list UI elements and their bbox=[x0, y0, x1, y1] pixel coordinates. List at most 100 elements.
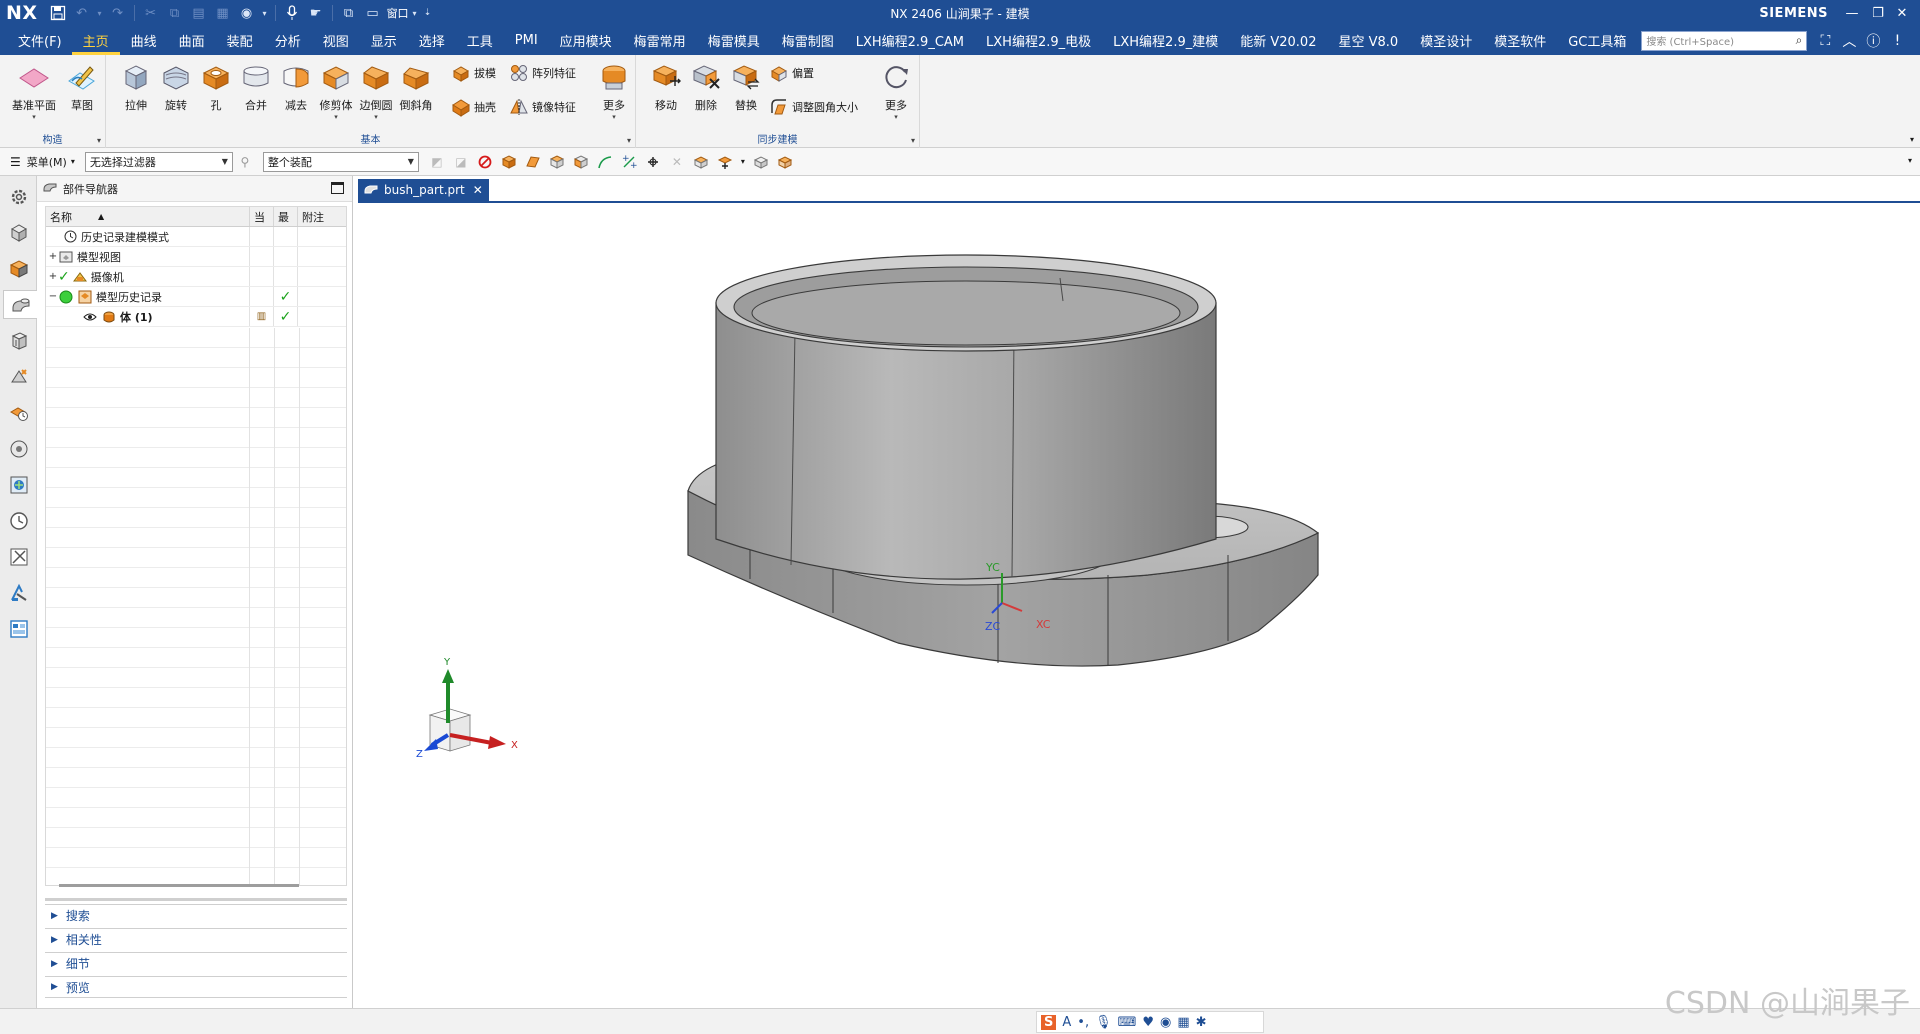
collapse-ribbon-icon[interactable]: ︿ bbox=[1837, 29, 1861, 53]
tab-surface[interactable]: 曲面 bbox=[168, 26, 216, 55]
undo-icon[interactable]: ↶ bbox=[70, 2, 94, 24]
section-preview[interactable]: ▶ 预览 bbox=[45, 976, 347, 998]
delete-face-button[interactable]: 删除 bbox=[686, 61, 726, 113]
select-edge-icon[interactable] bbox=[689, 151, 713, 173]
ribbon-options-icon[interactable]: ▾ bbox=[1910, 135, 1914, 144]
tab-lxh-electrode[interactable]: LXH编程2.9_电极 bbox=[975, 26, 1102, 55]
chevron-down-icon[interactable]: ▾ bbox=[32, 113, 36, 121]
extrude-button[interactable]: 拉伸 bbox=[116, 61, 156, 113]
select-assembly-icon[interactable] bbox=[749, 151, 773, 173]
snap-point-icon[interactable] bbox=[641, 151, 665, 173]
chevron-down-icon[interactable]: ▾ bbox=[627, 136, 631, 145]
clock-icon[interactable] bbox=[4, 506, 33, 535]
touch-mode-icon[interactable]: ☛ bbox=[304, 2, 328, 24]
game-icon[interactable]: ◉ bbox=[1160, 1015, 1171, 1030]
chevron-down-icon[interactable]: ▾ bbox=[374, 113, 378, 121]
tree-row-model-views[interactable]: + 模型视图 bbox=[46, 247, 346, 267]
tree-row-body[interactable]: 体 (1) ▥ ✓ bbox=[46, 307, 346, 327]
tab-lxh-modeling[interactable]: LXH编程2.9_建模 bbox=[1102, 26, 1229, 55]
no-selection-icon[interactable] bbox=[473, 151, 497, 173]
copy-icon[interactable]: ⧉ bbox=[163, 2, 187, 24]
tab-lxh-cam[interactable]: LXH编程2.9_CAM bbox=[845, 26, 975, 55]
tab-curve[interactable]: 曲线 bbox=[120, 26, 168, 55]
tree-row-history-mode[interactable]: 历史记录建模模式 bbox=[46, 227, 346, 247]
mirror-feature-button[interactable]: 镜像特征 bbox=[508, 95, 576, 119]
select-solid-icon[interactable] bbox=[545, 151, 569, 173]
sketch-button[interactable]: 草图 bbox=[62, 61, 102, 113]
keyboard-icon[interactable]: ⌨ bbox=[1118, 1015, 1137, 1030]
horizontal-scrollbar[interactable] bbox=[59, 884, 299, 887]
hole-button[interactable]: 孔 bbox=[196, 61, 236, 113]
command-search-input[interactable]: 搜索 (Ctrl+Space) ⌕ bbox=[1641, 30, 1808, 51]
trim-body-button[interactable]: 修剪体 ▾ bbox=[316, 61, 356, 121]
chevron-down-icon[interactable]: ▾ bbox=[911, 136, 915, 145]
basic-more-button[interactable]: 更多 ▾ bbox=[594, 61, 634, 121]
tree-row-model-history[interactable]: − 模型历史记录 ✓ bbox=[46, 287, 346, 307]
chevron-down-icon[interactable]: ▾ bbox=[259, 2, 271, 24]
window-menu-label[interactable]: 窗口 bbox=[387, 5, 409, 21]
ime-toolbar[interactable]: S A •, 🎙 ⌨ ♥ ◉ ▦ ✱ bbox=[1036, 1011, 1264, 1033]
document-tab[interactable]: bush_part.prt ✕ bbox=[358, 179, 489, 201]
tab-meilei-mold[interactable]: 梅雷模具 bbox=[697, 26, 771, 55]
column-header-current[interactable]: 当 bbox=[250, 207, 274, 226]
fullscreen-icon[interactable]: ⛶ bbox=[1813, 29, 1837, 53]
close-tab-icon[interactable]: ✕ bbox=[473, 183, 483, 197]
customize-quick-access-icon[interactable]: ⇣ bbox=[421, 2, 435, 24]
chevron-down-icon[interactable]: ▾ bbox=[894, 113, 898, 121]
column-header-note[interactable]: 附注 bbox=[298, 207, 346, 226]
select-curve-icon[interactable] bbox=[593, 151, 617, 173]
tab-xingkong[interactable]: 星空 V8.0 bbox=[1327, 26, 1409, 55]
tab-applications[interactable]: 应用模块 bbox=[549, 26, 623, 55]
tab-view[interactable]: 视图 bbox=[312, 26, 360, 55]
process-studio-icon[interactable] bbox=[4, 470, 33, 499]
subtract-button[interactable]: 减去 bbox=[276, 61, 316, 113]
punctuation-icon[interactable]: •, bbox=[1077, 1015, 1089, 1030]
history-palette-icon[interactable] bbox=[4, 434, 33, 463]
skin-icon[interactable]: ♥ bbox=[1142, 1015, 1154, 1030]
selection-bar-options-icon[interactable]: ▾ bbox=[1908, 156, 1912, 165]
graphics-viewport[interactable]: YC ZC XC Y X Z bbox=[358, 203, 1920, 1008]
unite-button[interactable]: 合并 bbox=[236, 61, 276, 113]
replace-face-button[interactable]: 替换 bbox=[726, 61, 766, 113]
revolve-button[interactable]: 旋转 bbox=[156, 61, 196, 113]
tab-meilei-drafting[interactable]: 梅雷制图 bbox=[771, 26, 845, 55]
tree-row-cameras[interactable]: + ✓ 摄像机 bbox=[46, 267, 346, 287]
microphone-icon[interactable] bbox=[280, 2, 304, 24]
filter-reset-icon[interactable]: ⚲ bbox=[233, 151, 257, 173]
system-materials-icon[interactable] bbox=[4, 578, 33, 607]
web-browser-icon[interactable] bbox=[4, 398, 33, 427]
panel-splitter[interactable] bbox=[45, 898, 347, 901]
chevron-down-icon[interactable]: ▾ bbox=[409, 2, 421, 24]
paste-special-icon[interactable]: ▦ bbox=[211, 2, 235, 24]
chevron-down-icon[interactable]: ▾ bbox=[97, 136, 101, 145]
sync-more-button[interactable]: 更多 ▾ bbox=[876, 61, 916, 121]
alert-icon[interactable]: ! bbox=[1885, 29, 1909, 53]
select-intersection-icon[interactable]: ✕ bbox=[665, 151, 689, 173]
shell-button[interactable]: 抽壳 bbox=[450, 95, 496, 119]
paste-icon[interactable]: ▤ bbox=[187, 2, 211, 24]
chevron-down-icon[interactable]: ▾ bbox=[737, 151, 749, 173]
layout-icon[interactable] bbox=[4, 614, 33, 643]
select-points-icon[interactable]: + + bbox=[617, 151, 641, 173]
expand-icon[interactable]: + bbox=[48, 251, 58, 262]
tab-analysis[interactable]: 分析 bbox=[264, 26, 312, 55]
type-filter-dropdown[interactable]: 无选择过滤器 ▼ bbox=[84, 151, 233, 172]
tab-assembly[interactable]: 装配 bbox=[216, 26, 264, 55]
pattern-feature-button[interactable]: 阵列特征 bbox=[508, 61, 576, 85]
select-sheet-icon[interactable] bbox=[569, 151, 593, 173]
section-dependencies[interactable]: ▶ 相关性 bbox=[45, 928, 347, 950]
tab-display[interactable]: 显示 bbox=[360, 26, 408, 55]
chevron-down-icon[interactable]: ▾ bbox=[334, 113, 338, 121]
maximize-panel-icon[interactable] bbox=[331, 182, 344, 194]
visibility-eye-icon[interactable] bbox=[82, 309, 98, 325]
show-hide-icon[interactable]: ◉ bbox=[235, 2, 259, 24]
settings-gear-icon[interactable] bbox=[4, 182, 33, 211]
chamfer-button[interactable]: 倒斜角 bbox=[396, 61, 436, 113]
sogou-logo-icon[interactable]: S bbox=[1041, 1014, 1057, 1030]
tab-home[interactable]: 主页 bbox=[71, 26, 120, 55]
tab-meilei-common[interactable]: 梅雷常用 bbox=[623, 26, 697, 55]
tab-pmi[interactable]: PMI bbox=[504, 26, 549, 55]
collapse-icon[interactable]: − bbox=[48, 291, 58, 302]
tab-nengxin[interactable]: 能新 V20.02 bbox=[1229, 26, 1327, 55]
close-icon[interactable]: ✕ bbox=[1890, 3, 1914, 23]
